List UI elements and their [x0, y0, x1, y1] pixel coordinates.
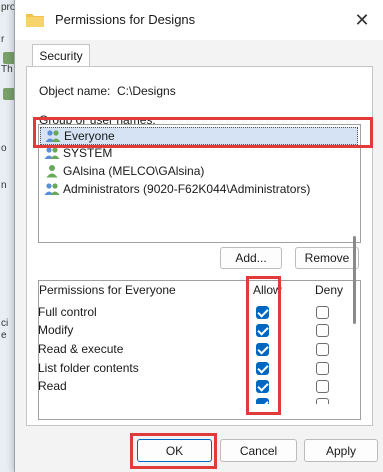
deny-read-checkbox[interactable] [316, 380, 329, 393]
object-name-value: C:\Designs [117, 84, 176, 98]
permission-label: Read [38, 379, 67, 393]
users-group-icon [45, 130, 61, 142]
allow-read-checkbox[interactable] [256, 380, 269, 393]
deny-list-folder-contents-checkbox[interactable] [316, 362, 329, 375]
allow-modify-checkbox[interactable] [256, 324, 269, 337]
close-icon: ✕ [354, 9, 370, 30]
deny-read-execute-checkbox[interactable] [316, 343, 329, 356]
deny-full-control-checkbox[interactable] [316, 306, 329, 319]
add-button-label: Add... [235, 251, 267, 265]
permission-label: List folder contents [38, 361, 139, 375]
allow-read-execute-checkbox[interactable] [256, 343, 269, 356]
permission-label: Full control [38, 305, 97, 319]
apply-button[interactable]: Apply [304, 439, 378, 462]
add-button[interactable]: Add... [220, 247, 282, 269]
deny-modify-checkbox[interactable] [316, 324, 329, 337]
object-name-label: Object name: [39, 84, 111, 98]
list-item-administrators[interactable]: Administrators (9020-F62K044\Administrat… [40, 180, 358, 198]
permission-row-read-execute: Read & execute [38, 340, 123, 358]
permissions-scrollbar[interactable] [353, 236, 356, 324]
permission-row-modify: Modify [38, 321, 73, 339]
group-user-list[interactable]: Everyone SYSTEM GAlsina (MELCO\GAlsina) [38, 124, 361, 243]
permissions-header: Permissions for Everyone [39, 283, 176, 297]
permission-label: Modify [38, 323, 74, 337]
permissions-dialog: Permissions for Designs ✕ Security Objec… [14, 0, 383, 472]
list-item-label: SYSTEM [63, 146, 113, 160]
ok-button-label: OK [165, 443, 184, 458]
allow-column-header: Allow [253, 283, 282, 297]
allow-full-control-checkbox[interactable] [256, 306, 269, 319]
list-item-galsina[interactable]: GAlsina (MELCO\GAlsina) [40, 162, 358, 180]
list-item-label: GAlsina (MELCO\GAlsina) [63, 164, 205, 178]
dialog-title: Permissions for Designs [55, 12, 196, 27]
folder-icon [26, 14, 44, 27]
permission-row-list-folder-contents: List folder contents [38, 359, 139, 377]
remove-button[interactable]: Remove [295, 247, 359, 269]
user-icon [46, 165, 58, 178]
list-item-everyone[interactable]: Everyone [40, 127, 358, 145]
list-item-label: Administrators (9020-F62K044\Administrat… [63, 182, 311, 196]
deny-column-header: Deny [315, 283, 344, 297]
cancel-button[interactable]: Cancel [220, 439, 297, 462]
list-item-system[interactable]: SYSTEM [40, 144, 358, 162]
tab-label: Security [39, 49, 83, 63]
cancel-button-label: Cancel [239, 443, 278, 458]
users-group-icon [44, 183, 60, 195]
remove-button-label: Remove [304, 251, 350, 265]
users-group-icon [44, 147, 60, 159]
allow-list-folder-contents-checkbox[interactable] [256, 362, 269, 375]
allow-next-permission-checkbox[interactable] [256, 398, 269, 404]
ok-button[interactable]: OK [137, 439, 212, 462]
apply-button-label: Apply [325, 443, 357, 458]
title-bar: Permissions for Designs ✕ [15, 0, 383, 40]
permission-row-full-control: Full control [38, 303, 97, 321]
deny-next-permission-checkbox[interactable] [316, 398, 329, 404]
close-button[interactable]: ✕ [342, 2, 382, 38]
list-item-label: Everyone [64, 129, 115, 143]
tab-security[interactable]: Security [32, 44, 90, 67]
permission-label: Read & execute [38, 342, 124, 356]
permission-row-read: Read [38, 377, 67, 395]
